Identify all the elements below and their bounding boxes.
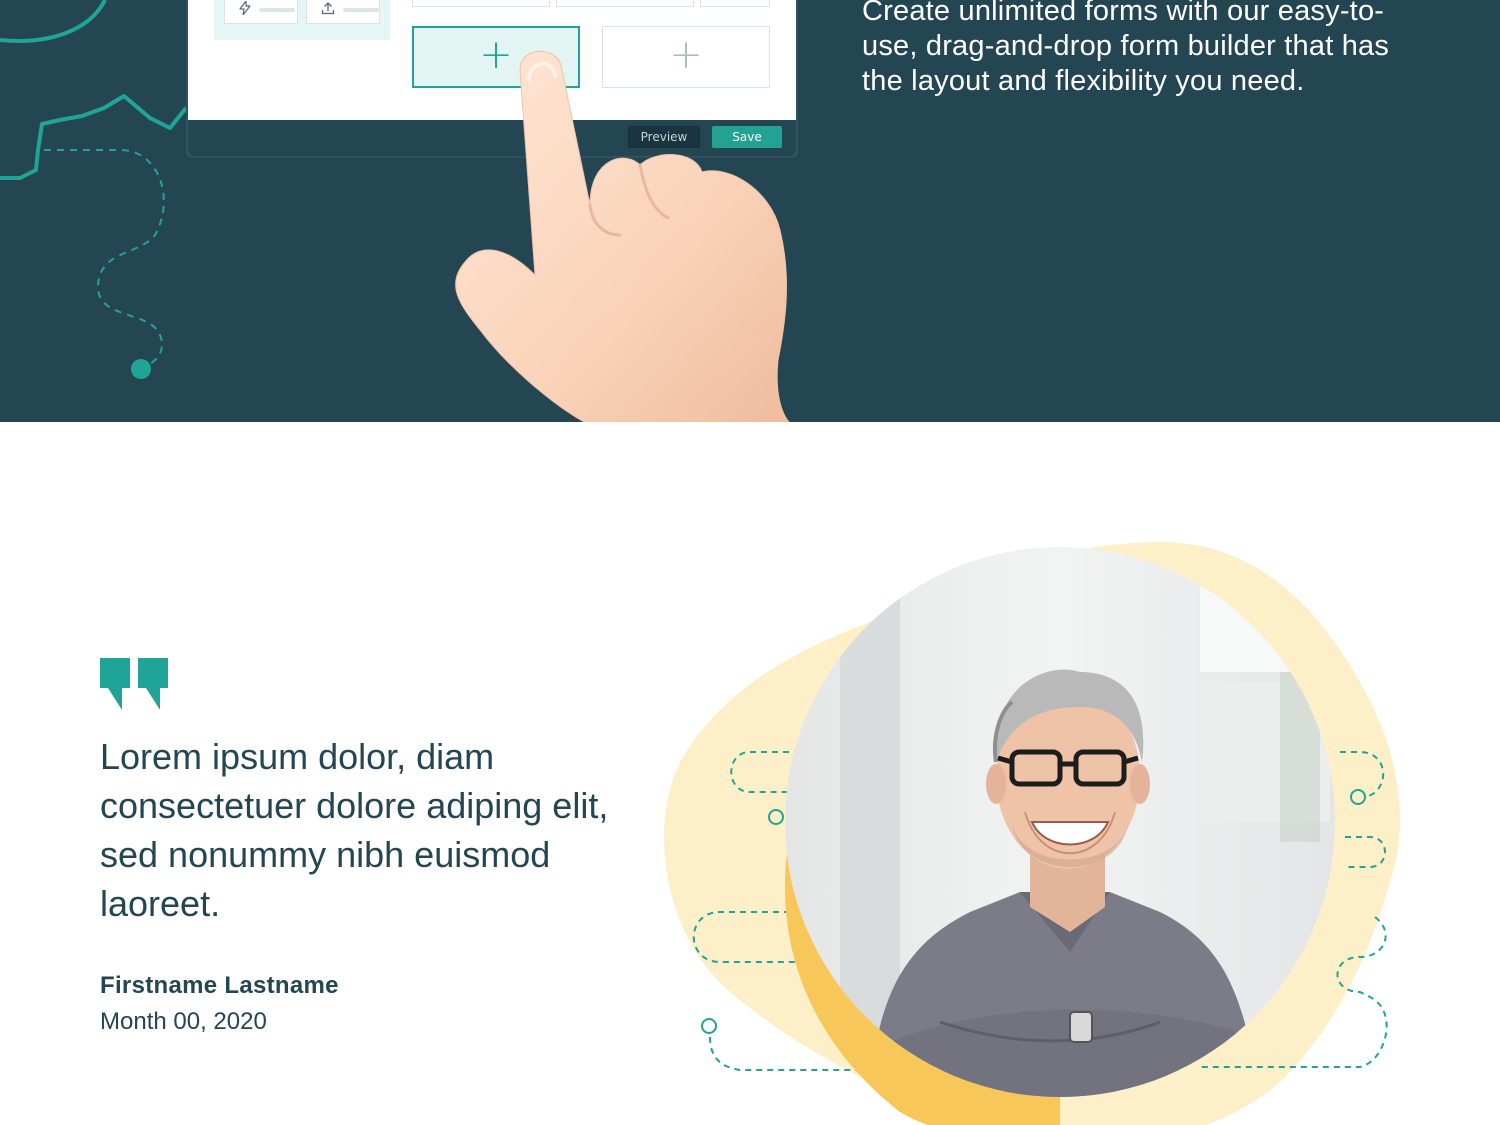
palette-item-bar: [343, 8, 379, 12]
pointing-hand-illustration: [455, 50, 790, 422]
author-date: Month 00, 2020: [100, 1008, 267, 1035]
form-field[interactable]: [412, 0, 550, 7]
portrait-illustration: [664, 542, 1400, 1125]
lightning-icon: [239, 0, 251, 19]
field-palette: [214, 0, 390, 40]
form-field[interactable]: [700, 0, 770, 7]
testimonial-section: Lorem ipsum dolor, diam consectetuer dol…: [0, 422, 1500, 1125]
quote-icon: [100, 658, 168, 710]
hero-section: + + Preview Save Create unlimited forms …: [0, 0, 1500, 422]
testimonial-quote: Lorem ipsum dolor, diam consectetuer dol…: [100, 736, 609, 924]
upload-icon: [321, 1, 335, 19]
form-field[interactable]: [556, 0, 694, 7]
palette-item-action[interactable]: [224, 0, 298, 24]
palette-item-bar: [259, 8, 295, 12]
hero-description: Create unlimited forms with our easy-to-…: [862, 0, 1390, 97]
palette-item-upload[interactable]: [306, 0, 380, 24]
author-name: Firstname Lastname: [100, 972, 339, 999]
